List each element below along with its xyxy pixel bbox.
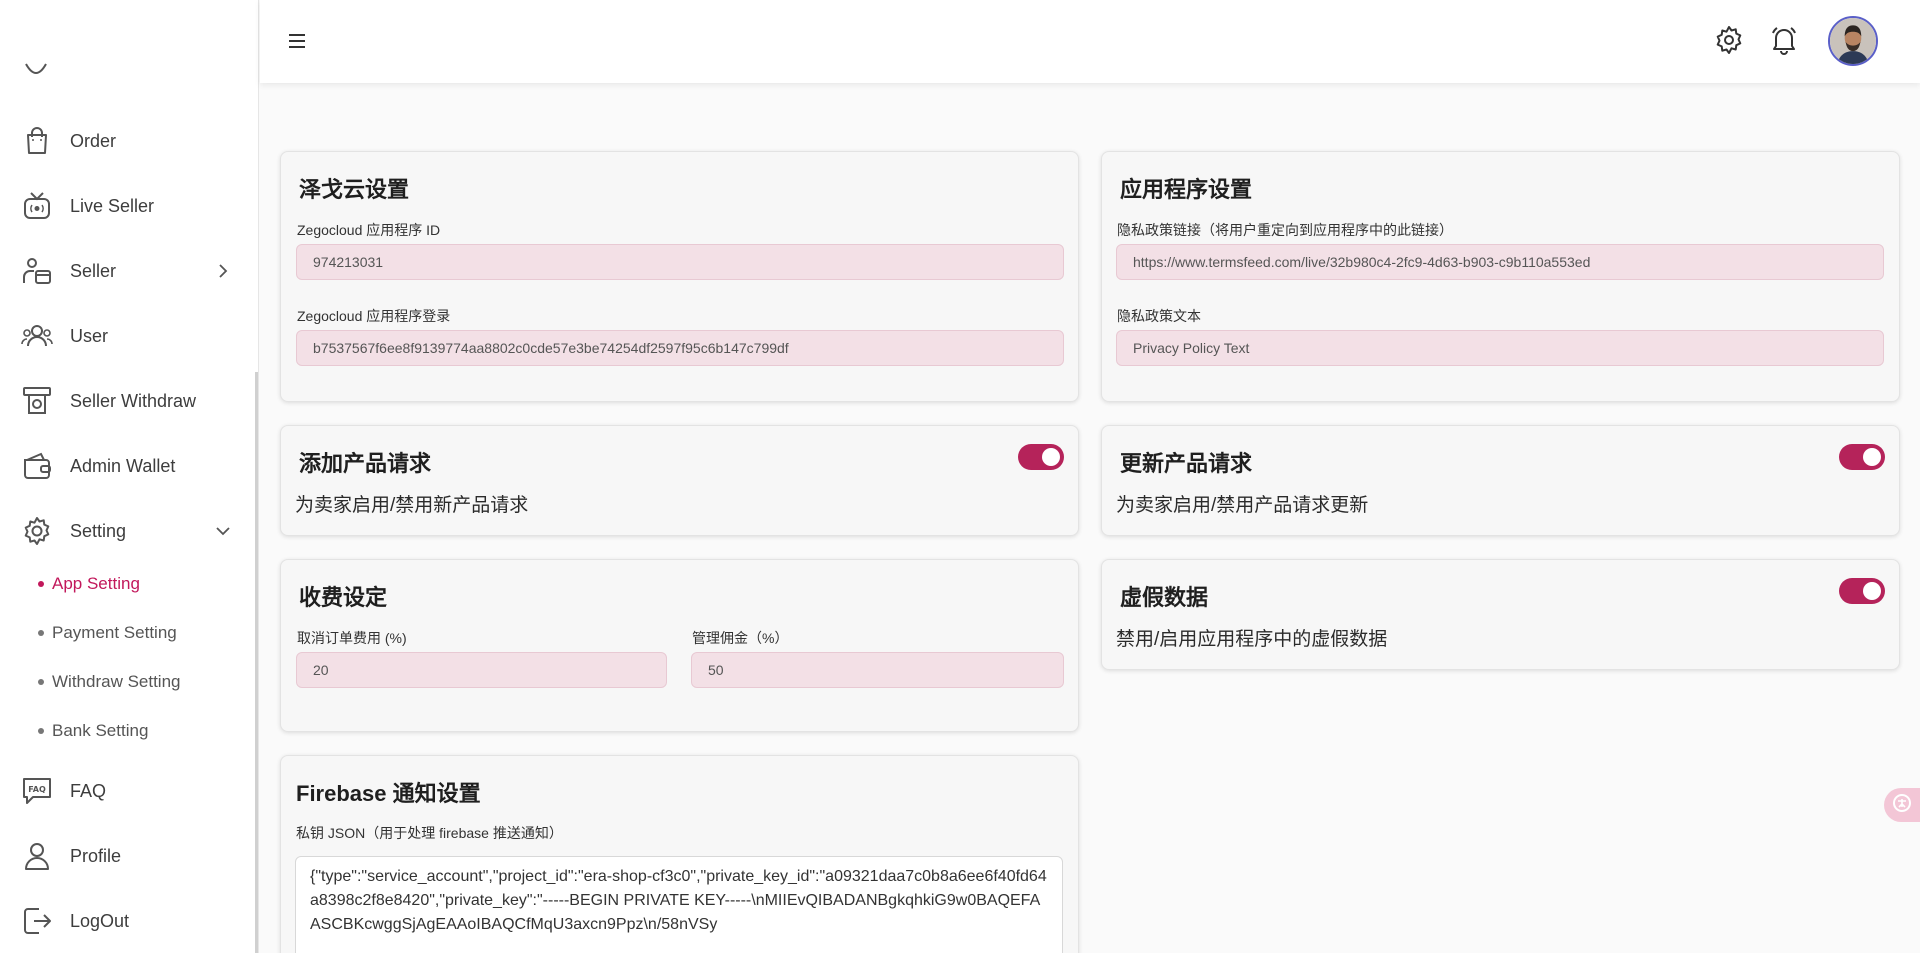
chevron-down-icon <box>215 523 231 539</box>
field-label: 取消订单费用 (%) <box>297 630 407 646</box>
field-label: 隐私政策文本 <box>1117 308 1201 324</box>
sidebar-item-seller-withdraw[interactable]: Seller Withdraw <box>0 376 256 426</box>
sidebar-item-order[interactable]: Order <box>0 116 256 166</box>
sidebar-item-logout[interactable]: LogOut <box>0 896 256 946</box>
topbar <box>260 0 1920 83</box>
toggle-knob <box>1863 448 1881 466</box>
sidebar-item-live-seller[interactable]: Live Seller <box>0 181 256 231</box>
sidebar-item-user[interactable]: User <box>0 311 256 361</box>
field-label: Zegocloud 应用程序 ID <box>297 222 441 238</box>
card-title: Firebase 通知设置 <box>296 781 481 806</box>
card-title: 应用程序设置 <box>1120 177 1253 202</box>
sidebar-item-label: FAQ <box>70 780 107 801</box>
firebase-settings-card: Firebase 通知设置 私钥 JSON（用于处理 firebase 推送通知… <box>280 755 1079 953</box>
tv-icon <box>20 189 54 223</box>
add-product-request-toggle[interactable] <box>1018 444 1064 470</box>
sidebar-item-setting[interactable]: Setting <box>0 506 256 556</box>
bullet-icon <box>38 728 44 734</box>
card-title: 泽戈云设置 <box>299 177 410 202</box>
sidebar-item-profile[interactable]: Profile <box>0 831 256 881</box>
privacy-policy-text-field[interactable]: Privacy Policy Text <box>1116 330 1884 366</box>
sidebar-item-seller[interactable]: Seller <box>0 246 256 296</box>
sidebar-subitem-bank-setting[interactable]: Bank Setting <box>38 716 148 746</box>
translate-icon <box>1892 793 1912 818</box>
toggle-knob <box>1863 582 1881 600</box>
field-label: 隐私政策链接（将用户重定向到应用程序中的此链接） <box>1117 222 1453 238</box>
bell-icon[interactable] <box>1768 24 1800 56</box>
sidebar-item-label: Seller <box>70 260 117 281</box>
sidebar-item-label: User <box>70 325 109 346</box>
gear-icon <box>20 514 54 548</box>
card-description: 为卖家启用/禁用新产品请求 <box>295 495 529 516</box>
sidebar-subitem-label: App Setting <box>52 574 140 593</box>
logout-icon <box>20 904 54 938</box>
sidebar-subitem-payment-setting[interactable]: Payment Setting <box>38 618 177 648</box>
update-product-request-toggle[interactable] <box>1839 444 1885 470</box>
sidebar-item-faq[interactable]: FAQ FAQ <box>0 766 256 816</box>
sidebar-subitem-app-setting[interactable]: App Setting <box>38 569 140 599</box>
withdraw-icon <box>20 384 54 418</box>
bullet-icon <box>38 630 44 636</box>
privacy-policy-link-field[interactable]: https://www.termsfeed.com/live/32b980c4-… <box>1116 244 1884 280</box>
field-label: 管理佣金（%） <box>692 630 789 646</box>
charges-settings-card: 收费设定 取消订单费用 (%) 20 管理佣金（%） 50 <box>280 559 1079 732</box>
zego-app-id-field[interactable]: 974213031 <box>296 244 1064 280</box>
card-title: 虚假数据 <box>1120 585 1209 610</box>
zego-settings-card: 泽戈云设置 Zegocloud 应用程序 ID 974213031 Zegocl… <box>280 151 1079 402</box>
field-label: 私钥 JSON（用于处理 firebase 推送通知） <box>296 825 563 841</box>
faq-icon: FAQ <box>20 774 54 808</box>
chevron-right-icon <box>215 263 231 279</box>
card-title: 添加产品请求 <box>299 451 432 476</box>
add-product-request-card: 添加产品请求 为卖家启用/禁用新产品请求 <box>280 425 1079 536</box>
fake-data-toggle[interactable] <box>1839 578 1885 604</box>
update-product-request-card: 更新产品请求 为卖家启用/禁用产品请求更新 <box>1101 425 1900 536</box>
fake-data-card: 虚假数据 禁用/启用应用程序中的虚假数据 <box>1101 559 1900 670</box>
firebase-private-key-textarea[interactable]: {"type":"service_account","project_id":"… <box>295 856 1063 953</box>
floating-assist-button[interactable] <box>1884 788 1920 822</box>
gear-icon[interactable] <box>1713 24 1745 56</box>
admin-commission-field[interactable]: 50 <box>691 652 1064 688</box>
sidebar-item-label: Live Seller <box>70 195 155 216</box>
sidebar-subitem-withdraw-setting[interactable]: Withdraw Setting <box>38 667 181 697</box>
sidebar-item-label: Setting <box>70 520 127 541</box>
wallet-icon <box>20 449 54 483</box>
sidebar: Order Live Seller Seller User Seller Wit… <box>0 0 259 953</box>
avatar[interactable] <box>1828 16 1878 66</box>
sidebar-item-admin-wallet[interactable]: Admin Wallet <box>0 441 256 491</box>
svg-text:FAQ: FAQ <box>28 785 46 794</box>
field-label: Zegocloud 应用程序登录 <box>297 308 451 324</box>
zego-app-sign-field[interactable]: b7537567f6ee8f9139774aa8802c0cde57e3be74… <box>296 330 1064 366</box>
menu-icon[interactable] <box>286 30 308 52</box>
bullet-icon <box>38 679 44 685</box>
sidebar-scrollbar[interactable] <box>255 372 258 953</box>
sidebar-subitem-label: Bank Setting <box>52 721 149 740</box>
sidebar-item-label: Order <box>70 130 117 151</box>
sidebar-item-label: LogOut <box>70 910 130 931</box>
sidebar-item-label: Seller Withdraw <box>70 390 197 411</box>
card-description: 禁用/启用应用程序中的虚假数据 <box>1116 629 1388 650</box>
card-description: 为卖家启用/禁用产品请求更新 <box>1116 495 1369 516</box>
toggle-knob <box>1042 448 1060 466</box>
person-icon <box>20 839 54 873</box>
sidebar-item-label: Admin Wallet <box>70 455 176 476</box>
partial-menu-icon <box>20 60 54 94</box>
sidebar-subitem-label: Payment Setting <box>52 623 177 642</box>
card-title: 更新产品请求 <box>1120 451 1253 476</box>
bag-icon <box>20 124 54 158</box>
users-icon <box>20 319 54 353</box>
sidebar-item-label: Profile <box>70 845 122 866</box>
seller-icon <box>20 254 54 288</box>
bullet-icon <box>38 581 44 587</box>
card-title: 收费设定 <box>299 585 388 610</box>
cancel-order-fee-field[interactable]: 20 <box>296 652 667 688</box>
app-settings-card: 应用程序设置 隐私政策链接（将用户重定向到应用程序中的此链接） https://… <box>1101 151 1900 402</box>
sidebar-subitem-label: Withdraw Setting <box>52 672 181 691</box>
